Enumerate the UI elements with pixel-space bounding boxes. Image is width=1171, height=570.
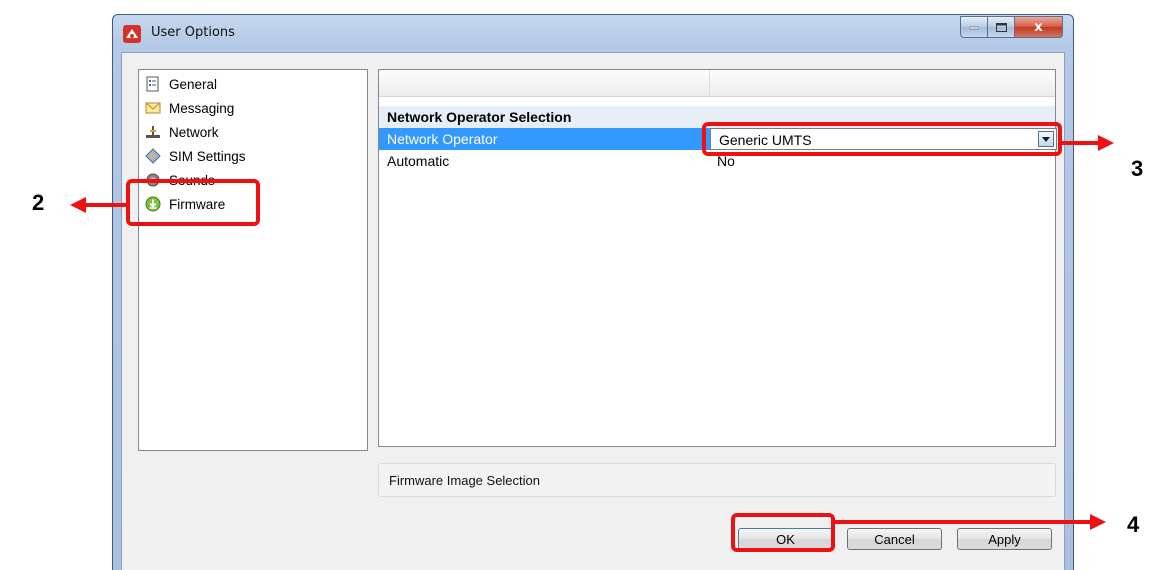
annotation-arrows [70, 135, 1114, 530]
callout-number-4: 4 [1127, 512, 1140, 537]
callout-number-3: 3 [1131, 156, 1144, 181]
callout-number-2: 2 [32, 190, 45, 215]
